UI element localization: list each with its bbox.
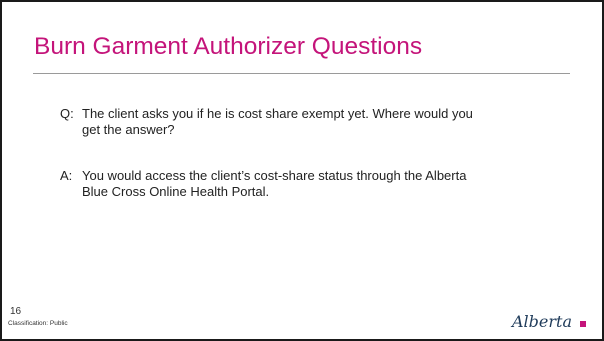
slide-number: 16: [10, 306, 22, 317]
question-block: Q: The client asks you if he is cost shar…: [60, 106, 540, 139]
classification-label: Classification: Public: [8, 320, 68, 327]
answer-block: A: You would access the client’s cost-sha…: [60, 168, 540, 201]
answer-prefix: A:: [60, 168, 73, 183]
question-line-1: The client asks you if he is cost share …: [82, 106, 473, 121]
answer-line-2: Blue Cross Online Health Portal.: [82, 184, 270, 200]
question-line-2: get the answer?: [82, 122, 175, 138]
logo-wordmark: Alberta: [510, 312, 572, 331]
question-prefix: Q:: [60, 106, 74, 121]
answer-line-1: You would access the client’s cost-share…: [82, 168, 467, 183]
alberta-logo: Alberta: [510, 312, 586, 331]
title-divider: [33, 73, 570, 74]
slide: Burn Garment Authorizer Questions Q: The …: [0, 0, 604, 341]
logo-square: [580, 321, 586, 327]
slide-title: Burn Garment Authorizer Questions: [34, 33, 423, 60]
